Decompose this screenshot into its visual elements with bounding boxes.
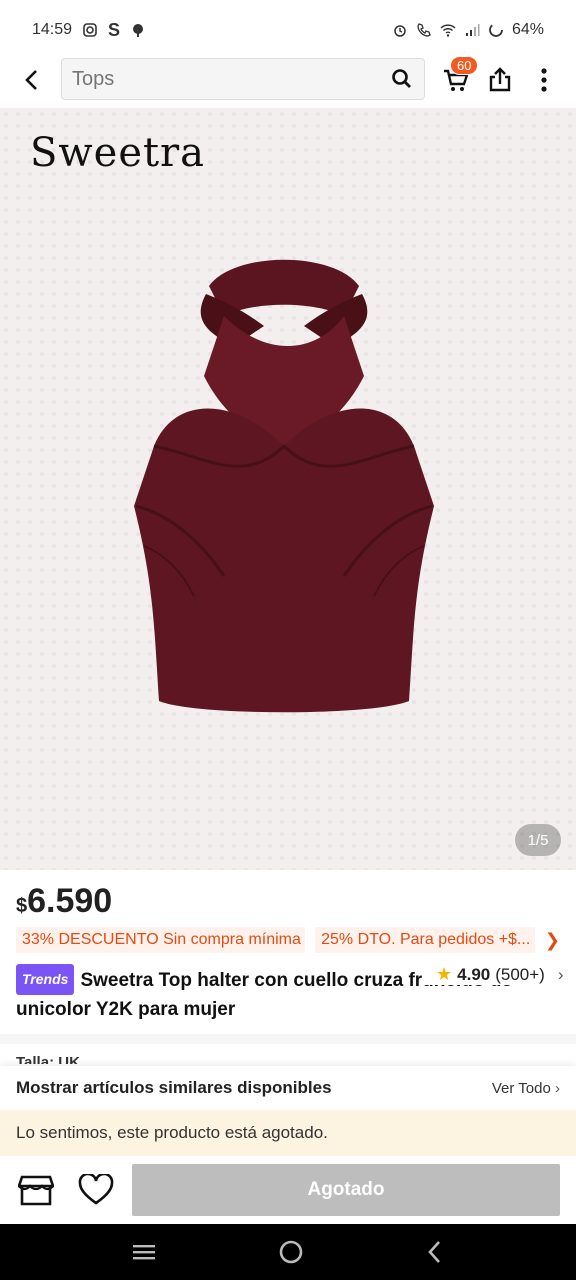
rating-count: (500+) <box>495 964 545 984</box>
star-icon: ★ <box>436 964 453 984</box>
status-time: 14:59 <box>32 21 73 38</box>
wishlist-button[interactable] <box>76 1170 116 1210</box>
similar-items-row[interactable]: Mostrar artículos similares disponibles … <box>0 1066 576 1110</box>
battery-level: 64% <box>511 21 544 38</box>
alarm-icon <box>394 25 406 37</box>
product-image <box>134 259 434 713</box>
see-all-link[interactable]: Ver Todo › <box>492 1080 560 1097</box>
instagram-icon <box>83 23 97 37</box>
back-nav-icon[interactable] <box>425 1239 445 1265</box>
search-bar[interactable] <box>61 58 425 100</box>
heart-icon <box>78 1174 114 1205</box>
cart-button[interactable]: 60 <box>438 56 479 104</box>
chevron-right-icon: › <box>557 964 564 984</box>
back-arrow-icon <box>25 70 37 90</box>
product-image-gallery[interactable]: Sweetra 1/5 <box>0 108 576 870</box>
brand-logo: Sweetra <box>30 130 206 176</box>
price-value: 6.590 <box>27 882 113 920</box>
recent-apps-icon[interactable] <box>131 1242 157 1262</box>
price: $ 6.590 <box>16 882 112 921</box>
top-bar: 60 <box>0 56 576 104</box>
system-nav-bar <box>0 1224 576 1280</box>
more-options-button[interactable] <box>528 56 560 104</box>
store-icon <box>18 1175 54 1206</box>
share-icon <box>489 67 511 92</box>
wifi-icon <box>440 24 456 37</box>
chevron-right-icon[interactable]: ❯ <box>545 930 560 951</box>
store-button[interactable] <box>16 1170 56 1210</box>
more-vertical-icon <box>541 68 547 92</box>
image-counter: 1/5 <box>515 824 561 856</box>
s-app-icon: S <box>108 19 121 40</box>
battery-icon <box>489 23 503 37</box>
rating-score: 4.90 <box>457 964 491 984</box>
trends-badge: Trends <box>16 964 75 995</box>
promo-discount[interactable]: 33% DESCUENTO Sin compra mínima <box>16 927 306 953</box>
divider <box>0 1034 576 1044</box>
cloud-icon <box>133 24 144 37</box>
out-of-stock-banner: Lo sentimos, este producto está agotado. <box>0 1110 576 1156</box>
price-currency: $ <box>16 895 28 917</box>
see-all-label: Ver Todo <box>491 1079 551 1097</box>
chevron-right-icon: › <box>555 1079 560 1097</box>
similar-items-title: Mostrar artículos similares disponibles <box>16 1078 332 1097</box>
share-button[interactable] <box>484 56 516 104</box>
promo-order-discount[interactable]: 25% DTO. Para pedidos +$... <box>315 927 535 953</box>
sold-out-button[interactable]: Agotado <box>132 1164 560 1216</box>
back-button[interactable] <box>0 56 64 104</box>
rating[interactable]: ★ 4.90 (500+) › <box>422 964 564 985</box>
home-icon[interactable] <box>278 1239 304 1265</box>
signal-icon <box>465 24 480 36</box>
promo-row[interactable]: 33% DESCUENTO Sin compra mínima 25% DTO.… <box>16 926 560 954</box>
product-title-row: Trends Sweetra Top halter con cuello cruz… <box>16 964 564 1024</box>
status-bar: 14:59 S 64% <box>0 0 576 60</box>
search-icon[interactable] <box>390 67 414 91</box>
size-row-partial: Talla: UK <box>16 1054 80 1064</box>
bottom-action-bar: Agotado <box>0 1156 576 1224</box>
search-input[interactable] <box>72 67 390 91</box>
wifi-calling-icon <box>417 23 431 37</box>
cart-count-badge: 60 <box>450 56 479 75</box>
